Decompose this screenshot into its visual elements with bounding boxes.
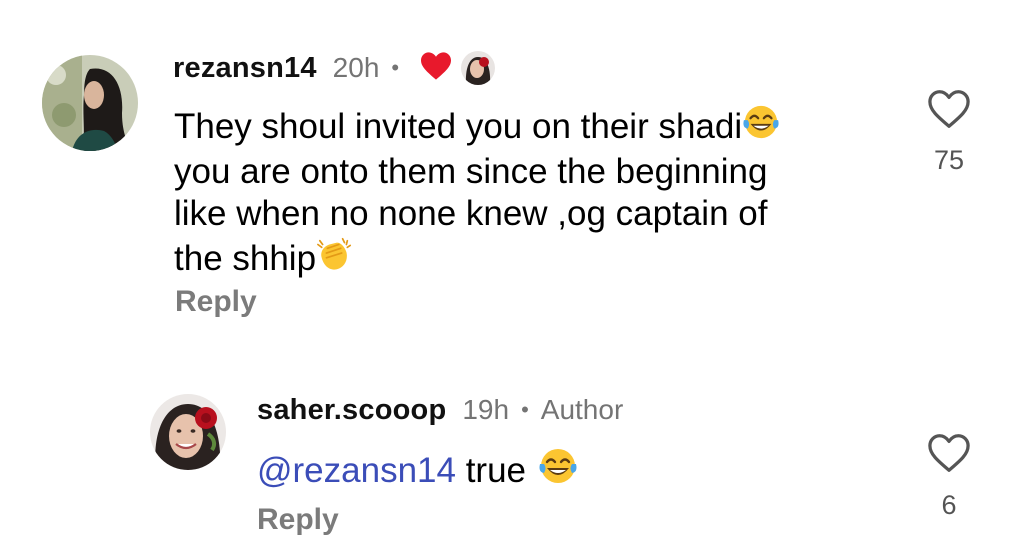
comment-header: rezansn14 20h • [173, 50, 496, 86]
avatar[interactable] [150, 394, 226, 470]
like-count: 75 [933, 145, 965, 175]
comment-text: you are onto them since the beginning [174, 152, 768, 191]
comment-text: like when no none knew ,og captain of [174, 194, 768, 233]
comment-text: the shhip [174, 239, 317, 278]
avatar[interactable] [42, 55, 138, 151]
mention-link[interactable]: @rezansn14 [257, 450, 456, 492]
comment-header: saher.scooop 19h • Author [257, 392, 623, 428]
red-heart-icon [419, 51, 453, 86]
like-count: 6 [941, 490, 957, 520]
reply-button[interactable]: Reply [175, 285, 257, 319]
author-badge: Author [540, 394, 624, 425]
comment-body: They shoul invited you on their shadi yo… [174, 103, 864, 283]
separator-dot: • [521, 397, 529, 422]
username[interactable]: rezansn14 [173, 52, 317, 85]
comment-line: like when no none knew ,og captain of [174, 193, 864, 235]
laughing-tears-emoji [742, 103, 780, 151]
comment-line: the shhip [174, 235, 864, 283]
comment-body: @rezansn14 true [257, 446, 817, 496]
comment-text: They shoul invited you on their shadi [174, 107, 743, 146]
timestamp: 20h [332, 52, 380, 83]
comment-text: true [455, 451, 527, 490]
separator-dot: • [391, 55, 400, 80]
author-avatar-small [461, 51, 496, 85]
comment-line: They shoul invited you on their shadi [174, 103, 864, 151]
username[interactable]: saher.scooop [257, 394, 446, 427]
heart-outline-icon[interactable] [927, 89, 971, 129]
timestamp: 19h [462, 394, 510, 425]
comment-line: you are onto them since the beginning [174, 151, 864, 193]
reply-button[interactable]: Reply [257, 503, 339, 537]
heart-outline-icon[interactable] [927, 433, 971, 473]
laughing-tears-emoji [538, 446, 578, 496]
clapping-hands-emoji [316, 235, 354, 283]
